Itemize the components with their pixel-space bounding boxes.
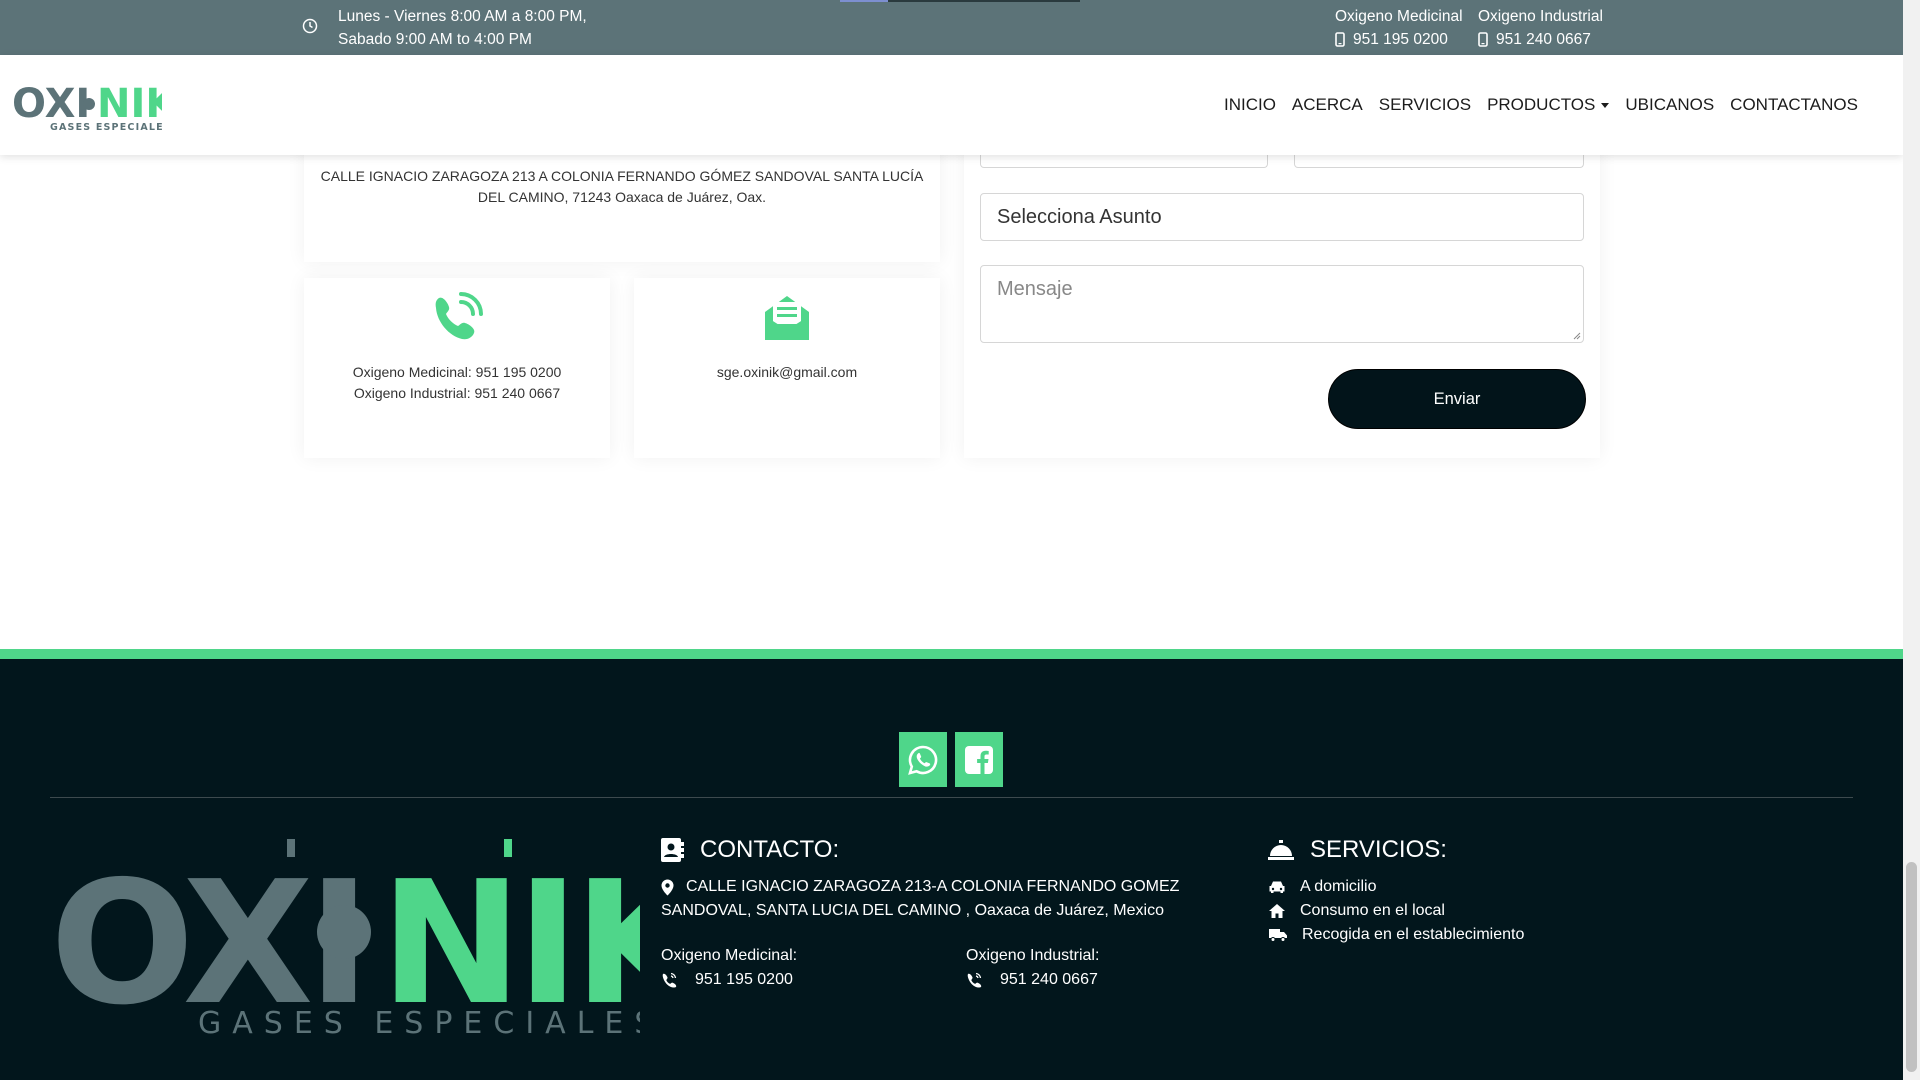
service-consumo-local: Consumo en el local — [1300, 902, 1445, 919]
clock-icon — [302, 18, 318, 34]
send-button[interactable]: Enviar — [1328, 369, 1586, 429]
nav-item-productos[interactable]: PRODUCTOS — [1479, 95, 1617, 115]
footer-industrial-phone[interactable]: 951 240 0667 — [1000, 968, 1098, 992]
footer-industrial-block: Oxigeno Industrial: 951 240 0667 — [966, 944, 1099, 992]
nav-item-contactanos[interactable]: CONTACTANOS — [1722, 95, 1866, 115]
footer-address: CALLE IGNACIO ZARAGOZA 213-A COLONIA FER… — [661, 875, 1179, 923]
logo-nik-text: NIK — [97, 81, 162, 127]
email-card: sge.oxinik@gmail.com — [634, 278, 940, 458]
email-text: sge.oxinik@gmail.com — [716, 364, 858, 380]
footer: OXI NIK GASES ESPECIALES CONTACTO: CALLE… — [0, 649, 1903, 1080]
service-item: Consumo en el local — [1268, 899, 1524, 923]
contact-form: Selecciona Asunto Mensaje Enviar — [964, 120, 1600, 458]
subject-select[interactable]: Selecciona Asunto — [980, 193, 1584, 241]
car-icon — [1269, 881, 1285, 893]
envelope-open-icon — [761, 292, 813, 349]
resize-handle-icon[interactable] — [1573, 332, 1581, 340]
page-scrollbar[interactable] — [1903, 0, 1920, 1080]
footer-logo-subtitle: GASES ESPECIALES — [198, 1006, 640, 1037]
top-info-bar: Lunes - Viernes 8:00 AM a 8:00 PM, Sabad… — [0, 0, 1903, 55]
footer-medicinal-block: Oxigeno Medicinal: 951 195 0200 — [661, 944, 797, 992]
nav-item-acerca[interactable]: ACERCA — [1284, 95, 1371, 115]
footer-industrial-label: Oxigeno Industrial: — [966, 947, 1100, 964]
caret-down-icon — [1601, 102, 1610, 108]
footer-medicinal-phone[interactable]: 951 195 0200 — [695, 968, 793, 992]
footer-logo: OXI NIK GASES ESPECIALES — [50, 837, 717, 1043]
hours-saturday: Sabado 9:00 AM to 4:00 PM — [338, 31, 532, 48]
medicinal-label: Oxigeno Medicinal — [1335, 8, 1463, 25]
industrial-phone-block: Oxigeno Industrial 951 240 0667 — [1478, 5, 1603, 51]
nav-menu: INICIO ACERCA SERVICIOS PRODUCTOS UBICAN… — [1216, 95, 1866, 115]
scrollbar-thumb[interactable] — [1906, 862, 1917, 1072]
message-textarea[interactable]: Mensaje — [980, 265, 1584, 343]
logo-subtitle: GASES ESPECIALES — [50, 122, 162, 133]
contact-title-text: CONTACTO: — [700, 836, 840, 863]
whatsapp-icon — [908, 745, 938, 775]
service-a-domicilio: A domicilio — [1300, 878, 1377, 895]
services-title-text: SERVICIOS: — [1310, 836, 1447, 863]
medicinal-phone[interactable]: 951 195 0200 — [1353, 28, 1448, 51]
service-recogida: Recogida en el establecimiento — [1302, 926, 1525, 943]
footer-medicinal-label: Oxigeno Medicinal: — [661, 947, 798, 964]
nav-item-ubicanos[interactable]: UBICANOS — [1617, 95, 1722, 115]
phone-volume-icon — [662, 972, 677, 988]
industrial-label: Oxigeno Industrial — [1478, 8, 1603, 25]
footer-address-line1: CALLE IGNACIO ZARAGOZA 213-A COLONIA FER… — [686, 878, 1180, 895]
medicinal-phone-block: Oxigeno Medicinal 951 195 0200 — [1335, 5, 1463, 51]
footer-address-line2: SANDOVAL, SANTA LUCIA DEL CAMINO , Oaxac… — [661, 902, 1164, 919]
message-placeholder: Mensaje — [997, 278, 1073, 300]
nav-item-inicio[interactable]: INICIO — [1216, 95, 1284, 115]
mobile-phone-icon — [1335, 32, 1345, 47]
footer-divider — [50, 797, 1853, 798]
mobile-phone-icon — [1478, 32, 1488, 47]
phone-card: Oxigeno Medicinal: 951 195 0200 Oxigeno … — [304, 278, 610, 458]
phone-medicinal-text: Oxigeno Medicinal: 951 195 0200 — [352, 364, 562, 380]
contact-column-title: CONTACTO: — [660, 836, 839, 864]
nav-item-productos-label: PRODUCTOS — [1487, 95, 1596, 114]
facebook-button[interactable] — [955, 732, 1003, 787]
nav-item-servicios[interactable]: SERVICIOS — [1371, 95, 1479, 115]
hours-weekdays: Lunes - Viernes 8:00 AM a 8:00 PM, — [338, 8, 587, 25]
phone-industrial-text: Oxigeno Industrial: 951 240 0667 — [353, 385, 561, 401]
logo-oxi-text: OXI — [12, 81, 90, 127]
services-list: A domicilio Consumo en el local Recogida… — [1268, 875, 1524, 947]
main-navbar: OXI NIK GASES ESPECIALES INICIO ACERCA S… — [0, 55, 1903, 155]
services-column-title: SERVICIOS: — [1268, 836, 1447, 864]
page: CALLE IGNACIO ZARAGOZA 213 A COLONIA FER… — [0, 0, 1903, 1080]
map-marker-icon — [661, 879, 674, 895]
truck-icon — [1269, 929, 1287, 942]
service-item: Recogida en el establecimiento — [1268, 923, 1524, 947]
site-logo[interactable]: OXI NIK GASES ESPECIALES — [12, 77, 178, 140]
phone-volume-icon — [967, 972, 982, 988]
address-book-icon — [661, 838, 684, 862]
home-icon — [1269, 904, 1285, 918]
concierge-bell-icon — [1268, 840, 1294, 860]
phone-ringing-icon — [431, 292, 483, 349]
facebook-icon — [965, 745, 993, 774]
whatsapp-button[interactable] — [899, 732, 947, 787]
topbar-progress-indicator — [840, 0, 1080, 2]
service-item: A domicilio — [1268, 875, 1524, 899]
industrial-phone[interactable]: 951 240 0667 — [1496, 28, 1591, 51]
address-text: CALLE IGNACIO ZARAGOZA 213 A COLONIA FER… — [320, 168, 924, 205]
